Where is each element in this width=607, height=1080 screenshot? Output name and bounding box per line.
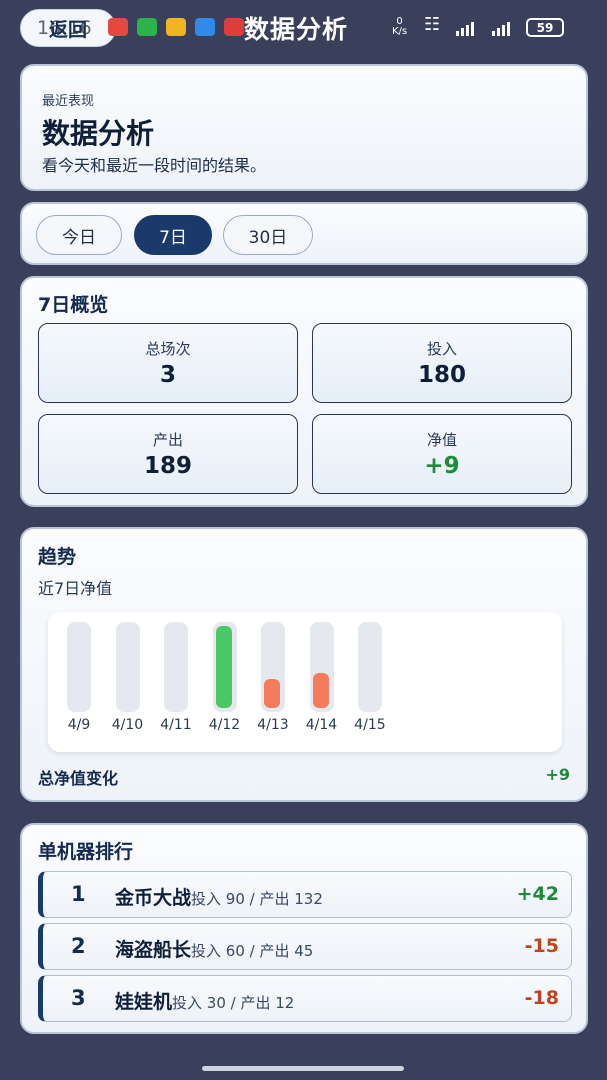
machine-delta: -18 (524, 987, 559, 1009)
trend-bar-track (309, 622, 334, 712)
trend-bar (264, 679, 280, 708)
page-title: 数据分析 (244, 15, 349, 44)
trend-date-label: 4/14 (305, 717, 338, 733)
stat-net: 净值 +9 (312, 414, 572, 494)
trend-bar-track (67, 622, 91, 712)
signal-icon (456, 20, 480, 36)
wifi-icon: ☷ (424, 14, 441, 35)
notification-app-icon (108, 18, 128, 36)
trend-bar-track (358, 622, 382, 712)
trend-date-label: 4/12 (208, 717, 241, 733)
net-speed-indicator: 0 K/s (392, 17, 407, 37)
stat-input: 投入 180 (312, 323, 572, 403)
mail-icon (166, 18, 186, 36)
ranking-row[interactable]: 1 金币大战投入 90 / 产出 132 +42 (38, 871, 572, 918)
ranking-row[interactable]: 2 海盗船长投入 60 / 产出 45 -15 (38, 923, 572, 970)
total-net-value: +9 (545, 765, 570, 784)
trend-date-label: 4/15 (354, 717, 386, 733)
back-button[interactable]: 16:16 返回 (20, 9, 116, 47)
trend-subtitle: 近7日净值 (38, 579, 113, 598)
stat-label: 投入 (426, 340, 457, 358)
period-tabs: 今日 7日 30日 (20, 202, 588, 265)
header-kicker: 最近表现 (42, 94, 95, 109)
overview-card: 7日概览 总场次 3 投入 180 产出 189 净值 +9 (20, 276, 588, 507)
trend-bar-track (115, 622, 140, 712)
stat-output: 产出 189 (38, 414, 298, 494)
trend-bar-track (212, 622, 237, 712)
stat-label: 产出 (152, 431, 183, 449)
video-app-icon (224, 18, 244, 36)
ranking-card: 单机器排行 1 金币大战投入 90 / 产出 132 +42 2 海盗船长投入 … (20, 823, 588, 1034)
stat-value: 189 (143, 453, 192, 479)
trend-card: 趋势 近7日净值 4/9 4/10 4/11 4/12 4/13 4/14 4/15 总净值… (20, 527, 588, 802)
stat-total-sessions: 总场次 3 (38, 323, 298, 403)
trend-date-label: 4/13 (257, 717, 289, 733)
header-card: 最近表现 数据分析 看今天和最近一段时间的结果。 (20, 64, 588, 191)
battery-icon: 59 (526, 18, 564, 37)
machine-name: 金币大战 (115, 887, 192, 909)
overview-title: 7日概览 (38, 294, 109, 316)
net-speed-unit: K/s (392, 26, 408, 37)
battery-level: 59 (536, 20, 554, 35)
tab-today[interactable]: 今日 (36, 215, 122, 255)
trend-bar (312, 673, 329, 708)
trend-title: 趋势 (38, 546, 77, 568)
signal-icon (492, 20, 516, 36)
header-subtitle: 看今天和最近一段时间的结果。 (42, 156, 267, 175)
machine-delta: +42 (516, 883, 559, 905)
home-indicator[interactable] (202, 1066, 404, 1071)
machine-name: 娃娃机 (115, 991, 173, 1013)
tab-30-days[interactable]: 30日 (223, 215, 313, 255)
trend-date-label: 4/10 (111, 717, 144, 733)
wechat-icon (137, 18, 157, 36)
trend-bar-track (164, 622, 188, 712)
trend-date-label: 4/11 (160, 717, 192, 733)
rank-number: 2 (71, 934, 86, 958)
ranking-title: 单机器排行 (38, 841, 134, 863)
machine-detail: 投入 60 / 产出 45 (191, 942, 314, 960)
rank-number: 3 (71, 986, 86, 1010)
message-icon (195, 18, 215, 36)
stat-value: 180 (417, 362, 466, 388)
header-title: 数据分析 (42, 117, 155, 150)
top-bar: 16:16 返回 数据分析 0 K/s ☷ 59 (0, 0, 607, 56)
rank-number: 1 (71, 882, 86, 906)
total-net-label: 总净值变化 (38, 769, 119, 788)
trend-chart: 4/9 4/10 4/11 4/12 4/13 4/14 4/15 (48, 612, 562, 752)
trend-bar-track (261, 622, 285, 712)
tab-7-days[interactable]: 7日 (134, 215, 212, 255)
trend-bar (215, 626, 232, 708)
back-button-label: 返回 (48, 18, 87, 41)
stat-value: 3 (159, 362, 176, 388)
machine-detail: 投入 90 / 产出 132 (191, 890, 323, 908)
trend-date-label: 4/9 (67, 717, 91, 733)
ranking-row[interactable]: 3 娃娃机投入 30 / 产出 12 -18 (38, 975, 572, 1022)
machine-name: 海盗船长 (115, 939, 192, 961)
stat-value: +9 (424, 453, 460, 479)
stat-label: 净值 (426, 431, 457, 449)
machine-detail: 投入 30 / 产出 12 (172, 994, 295, 1012)
machine-delta: -15 (524, 935, 559, 957)
stat-label: 总场次 (145, 340, 191, 358)
